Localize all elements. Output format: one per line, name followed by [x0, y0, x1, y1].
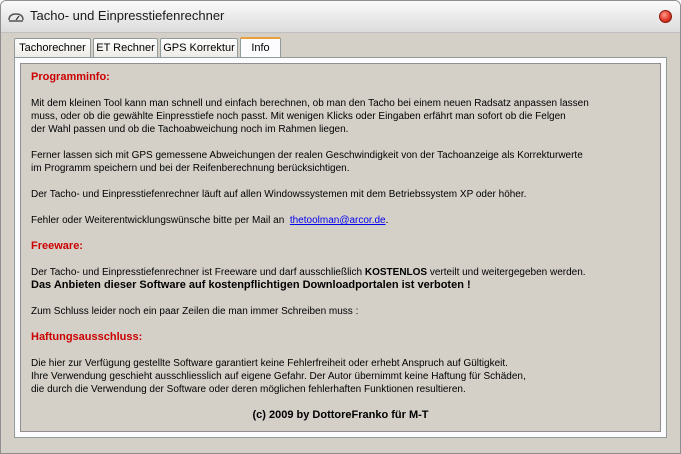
- heading-haftungsausschluss: Haftungsausschluss:: [31, 331, 143, 343]
- info-text-area: Programminfo: Mit dem kleinen Tool kann …: [20, 63, 661, 432]
- tab-info[interactable]: Info: [240, 37, 281, 57]
- heading-programminfo: Programminfo:: [31, 71, 110, 83]
- contact-text: Fehler oder Weiterentwicklungswünsche bi…: [31, 215, 285, 226]
- email-link[interactable]: thetoolman@arcor.de: [290, 215, 386, 226]
- info-text-line: die durch die Verwendung der Software od…: [31, 384, 466, 395]
- info-text-line: Der Tacho- und Einpresstiefenrechner läu…: [31, 189, 527, 200]
- tab-panel-info: Programminfo: Mit dem kleinen Tool kann …: [14, 57, 667, 438]
- app-window: Tacho- und Einpresstiefenrechner Tachore…: [0, 0, 681, 454]
- window-title: Tacho- und Einpresstiefenrechner: [30, 8, 225, 23]
- freeware-suffix: verteilt und weitergegeben werden.: [429, 267, 586, 278]
- info-text-line: Ferner lassen sich mit GPS gemessene Abw…: [31, 150, 583, 161]
- freeware-line: Der Tacho- und Einpresstiefenrechner ist…: [31, 266, 586, 279]
- contact-line: Fehler oder Weiterentwicklungswünsche bi…: [31, 214, 388, 227]
- tab-tachorechner[interactable]: Tachorechner: [14, 38, 91, 57]
- info-text-line: der Wahl passen und ob die Tachoabweichu…: [31, 124, 349, 135]
- download-portal-warning: Das Anbieten dieser Software auf kostenp…: [31, 279, 471, 291]
- kostenlos-text: KOSTENLOS: [364, 267, 428, 278]
- window-body: Tachorechner ET Rechner GPS Korrektur In…: [1, 33, 680, 453]
- speedometer-icon: [8, 13, 24, 22]
- info-text-line: muss, oder ob die gewählte Einpresstiefe…: [31, 111, 566, 122]
- info-text-line: Mit dem kleinen Tool kann man schnell un…: [31, 98, 589, 109]
- info-text-line: Die hier zur Verfügung gestellte Softwar…: [31, 358, 508, 369]
- tab-et-rechner[interactable]: ET Rechner: [93, 38, 158, 57]
- copyright-footer: (c) 2009 by DottoreFranko für M-T: [252, 409, 429, 421]
- info-text-line: Ihre Verwendung geschieht ausschliesslic…: [31, 371, 526, 382]
- info-text-line: im Programm speichern und bei der Reifen…: [31, 163, 350, 174]
- heading-freeware: Freeware:: [31, 240, 83, 252]
- freeware-text: Der Tacho- und Einpresstiefenrechner ist…: [31, 267, 363, 278]
- info-text-line: Zum Schluss leider noch ein paar Zeilen …: [31, 306, 359, 317]
- title-bar[interactable]: Tacho- und Einpresstiefenrechner: [1, 1, 680, 33]
- contact-suffix: .: [385, 215, 389, 226]
- close-button[interactable]: [659, 10, 672, 23]
- tab-gps-korrektur[interactable]: GPS Korrektur: [160, 38, 238, 57]
